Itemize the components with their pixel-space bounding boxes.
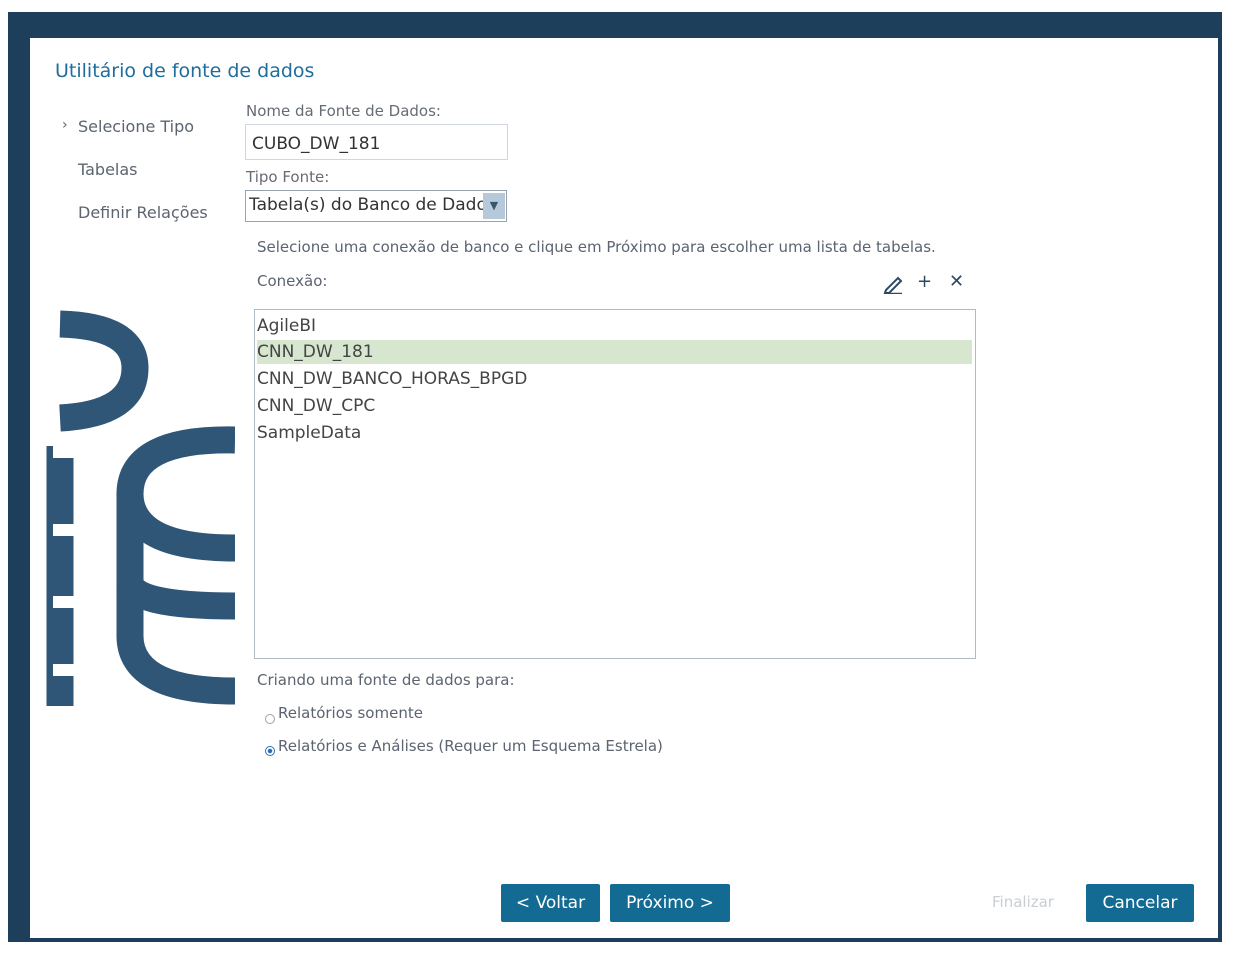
connection-hint: Selecione uma conexão de banco e clique … <box>257 238 936 256</box>
next-button[interactable]: Próximo > <box>610 884 730 922</box>
add-icon[interactable]: + <box>917 273 932 291</box>
connection-item-selected[interactable]: CNN_DW_181 <box>257 340 972 364</box>
datasource-name-input[interactable] <box>245 124 508 160</box>
connection-label: Conexão: <box>257 272 328 290</box>
reports-and-analysis-label[interactable]: Relatórios e Análises (Requer um Esquema… <box>278 737 663 755</box>
connection-item[interactable]: AgileBI <box>257 314 972 338</box>
reports-only-label[interactable]: Relatórios somente <box>278 704 423 722</box>
remove-icon[interactable]: ✕ <box>949 273 964 291</box>
reports-and-analysis-radio[interactable] <box>265 746 275 756</box>
reports-only-radio[interactable] <box>265 714 275 724</box>
source-type-select[interactable]: Tabela(s) do Banco de Dados ▼ <box>245 190 507 222</box>
dialog-frame: Utilitário de fonte de dados › Selecione… <box>8 12 1222 942</box>
datasource-wizard-dialog: Utilitário de fonte de dados › Selecione… <box>30 38 1218 938</box>
create-for-label: Criando uma fonte de dados para: <box>257 671 515 689</box>
source-type-value: Tabela(s) do Banco de Dados <box>249 195 496 215</box>
chevron-down-icon[interactable]: ▼ <box>483 193 505 219</box>
dialog-title: Utilitário de fonte de dados <box>55 60 315 82</box>
step-define-relations[interactable]: Definir Relações <box>78 203 208 222</box>
connection-item[interactable]: SampleData <box>257 421 972 445</box>
database-illustration-icon <box>46 310 235 706</box>
back-button[interactable]: < Voltar <box>501 884 600 922</box>
datasource-name-label: Nome da Fonte de Dados: <box>246 102 441 120</box>
current-step-chevron-icon: › <box>62 117 68 133</box>
step-tables[interactable]: Tabelas <box>78 160 138 179</box>
cancel-button[interactable]: Cancelar <box>1086 884 1194 922</box>
connection-item[interactable]: CNN_DW_CPC <box>257 394 972 418</box>
connection-list[interactable]: AgileBI CNN_DW_181 CNN_DW_BANCO_HORAS_BP… <box>254 309 976 659</box>
edit-icon[interactable] <box>882 274 904 294</box>
step-select-type[interactable]: Selecione Tipo <box>78 117 194 136</box>
finish-button[interactable]: Finalizar <box>992 893 1054 911</box>
source-type-label: Tipo Fonte: <box>246 168 330 186</box>
connection-item[interactable]: CNN_DW_BANCO_HORAS_BPGD <box>257 367 972 391</box>
